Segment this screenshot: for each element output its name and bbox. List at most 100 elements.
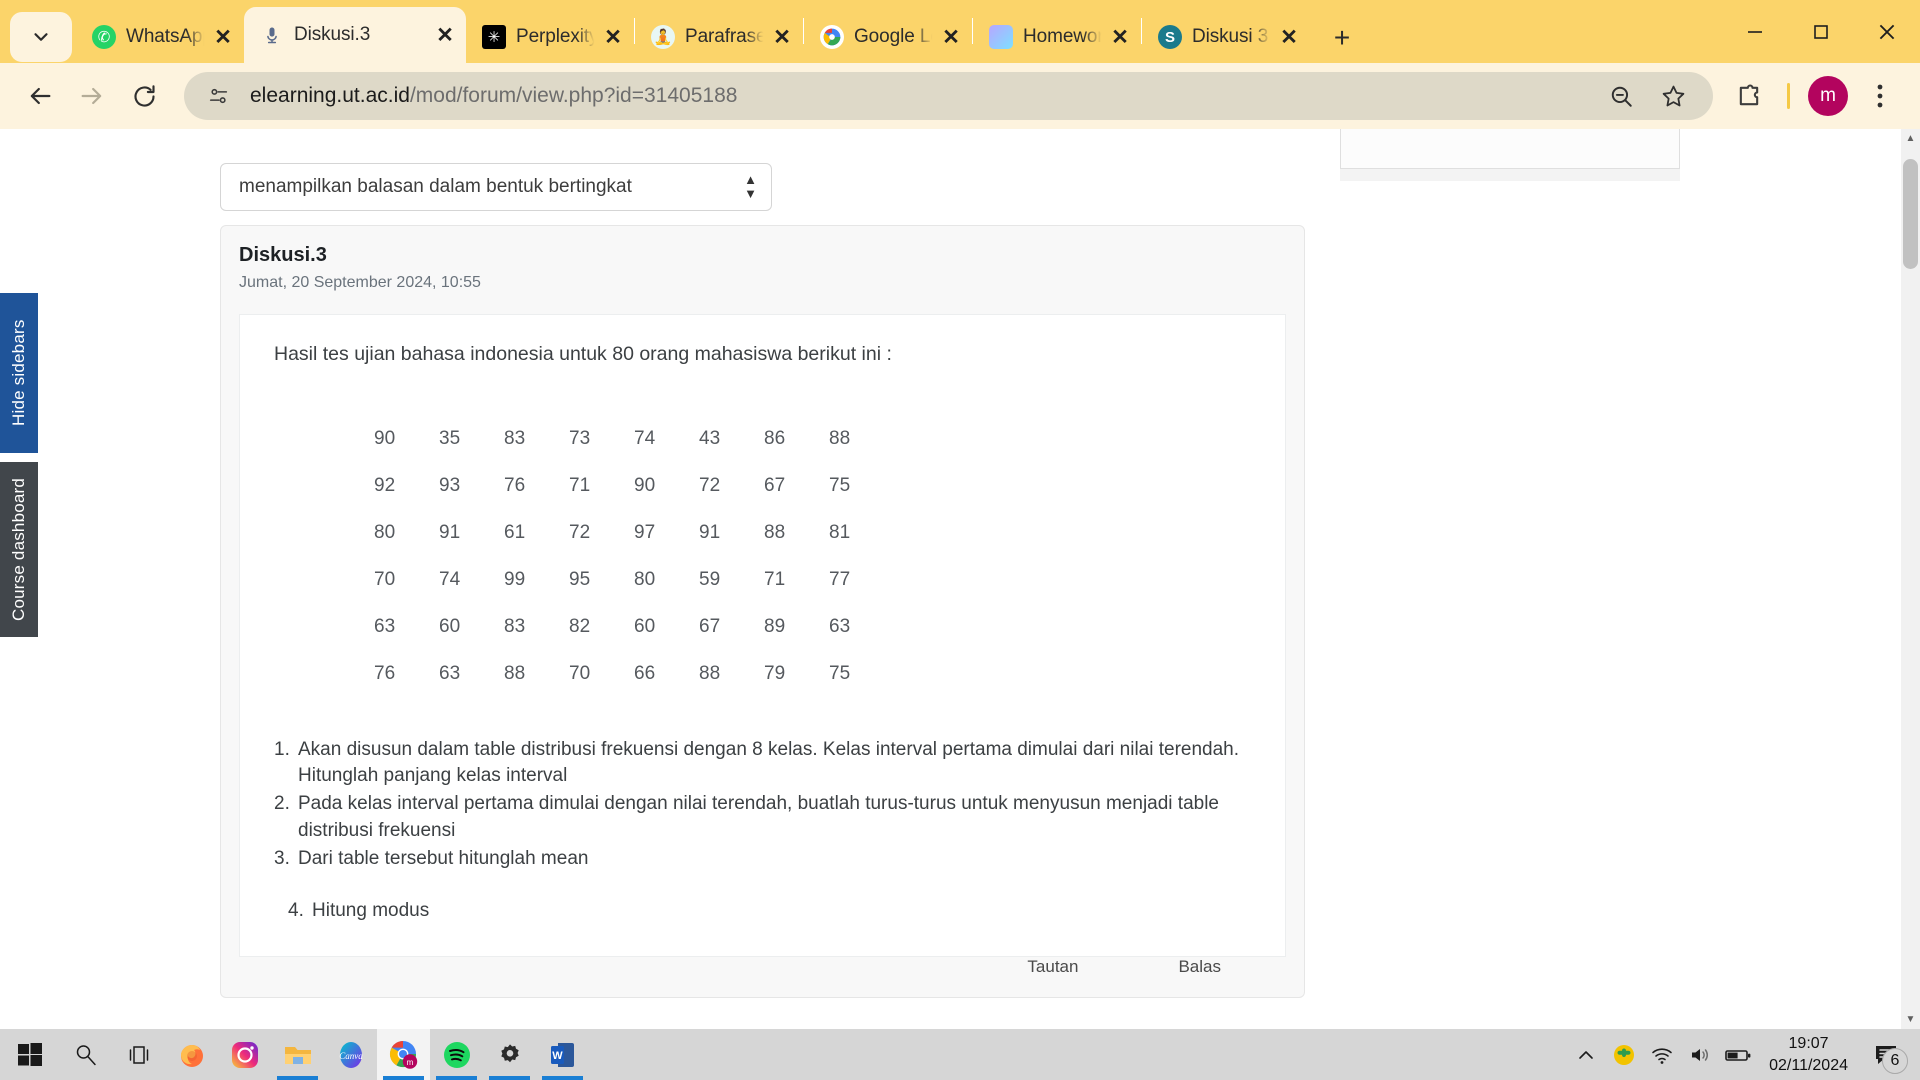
side-block-card-footer [1340,169,1680,181]
browser-tab-diskusi3-pdf[interactable]: S Diskusi 3 | PDF ✕ [1142,11,1310,63]
tab-close-button[interactable]: ✕ [598,22,628,52]
sidebar-toggle-course-dashboard[interactable]: Course dashboard [0,462,38,637]
close-icon [1879,24,1895,40]
post-reply-action[interactable]: Balas [1178,957,1221,977]
settings-button[interactable] [483,1029,536,1080]
start-button[interactable] [0,1029,59,1080]
homework-icon [989,25,1013,49]
task-view-button[interactable] [112,1029,165,1080]
back-button[interactable] [14,70,66,122]
three-dot-menu-icon [1877,84,1883,108]
score-cell: 75 [829,475,851,496]
scroll-down-arrow[interactable]: ▼ [1901,1010,1920,1029]
address-bar[interactable]: elearning.ut.ac.id/mod/forum/view.php?id… [184,72,1713,120]
chrome-button[interactable]: m [377,1029,430,1080]
search-button[interactable] [59,1029,112,1080]
tab-close-button[interactable]: ✕ [936,22,966,52]
score-cell: 88 [699,663,721,684]
browser-menu-button[interactable] [1854,70,1906,122]
browser-tab-whatsapp[interactable]: ✆ WhatsApp ✕ [76,11,244,63]
score-cell: 59 [699,569,721,590]
clock-date: 02/11/2024 [1769,1056,1848,1074]
firefox-button[interactable] [165,1029,218,1080]
tab-close-button[interactable]: ✕ [208,22,238,52]
tab-title: WhatsApp [126,26,206,47]
tab-strip: ✆ WhatsApp ✕ Diskusi.3 ✕ ✳ Perplexity ✕ [0,0,1920,63]
instagram-button[interactable] [218,1029,271,1080]
file-explorer-button[interactable] [271,1029,324,1080]
chevron-down-icon [34,33,48,41]
select-caret-icon: ▲ ▼ [744,172,757,201]
forward-button[interactable] [66,70,118,122]
score-cell: 70 [374,569,396,590]
speaker-icon [1692,1048,1709,1061]
antivirus-button[interactable] [1605,1029,1643,1080]
score-cell: 63 [374,616,396,637]
score-grid: 90 35 83 73 74 43 86 88 92 93 76 71 90 7… [374,428,894,685]
score-cell: 80 [374,522,396,543]
svg-text:m: m [406,1058,413,1067]
post-link-action[interactable]: Tautan [1027,957,1078,977]
task-number: 2. [274,793,290,815]
bookmark-button[interactable] [1647,70,1699,122]
score-cell: 76 [504,475,526,496]
score-cell: 83 [504,428,526,449]
clock[interactable]: 19:07 02/11/2024 [1757,1033,1864,1076]
score-cell: 74 [439,569,461,590]
perplexity-icon: ✳ [482,25,506,49]
score-cell: 67 [699,616,721,637]
display-mode-select[interactable]: menampilkan balasan dalam bentuk berting… [220,163,772,211]
sidebar-toggle-hide-sidebars[interactable]: Hide sidebars [0,293,38,453]
notification-center-button[interactable]: 6 [1864,1029,1910,1080]
extensions-button[interactable] [1723,70,1775,122]
score-cell: 91 [439,522,461,543]
scrollbar-thumb[interactable] [1903,159,1918,269]
search-icon [70,1039,102,1071]
score-cell: 89 [764,616,786,637]
task-item: 3. Dari table tersebut hitunglah mean [274,846,1251,872]
browser-tab-diskusi3[interactable]: Diskusi.3 ✕ [244,7,466,63]
tab-close-button[interactable]: ✕ [1105,22,1135,52]
browser-tab-parafrase[interactable]: 🧘 Parafrase Onli ✕ [635,11,803,63]
minimize-button[interactable] [1722,6,1788,58]
chrome-icon: m [388,1039,420,1071]
battery-icon [1725,1049,1751,1061]
task-item: 4. Hitung modus [288,898,1251,924]
spotify-button[interactable] [430,1029,483,1080]
word-button[interactable]: W [536,1029,589,1080]
battery-button[interactable] [1719,1029,1757,1080]
scroll-up-arrow[interactable]: ▲ [1901,129,1920,148]
site-settings-icon[interactable] [202,79,236,113]
tab-title: Diskusi.3 [294,24,371,45]
browser-tab-perplexity[interactable]: ✳ Perplexity ✕ [466,11,634,63]
close-button[interactable] [1854,6,1920,58]
maximize-button[interactable] [1788,6,1854,58]
gear-icon [494,1039,526,1071]
score-cell: 72 [699,475,721,496]
tab-close-button[interactable]: ✕ [430,20,460,50]
tab-close-button[interactable]: ✕ [1274,22,1304,52]
page-scrollbar[interactable]: ▲ ▼ [1901,129,1920,1029]
score-row: 63 60 83 82 60 67 89 63 [374,616,894,638]
volume-button[interactable] [1681,1029,1719,1080]
star-icon [1662,85,1684,106]
spotify-icon [441,1039,473,1071]
score-cell: 43 [699,428,721,449]
post-body: Hasil tes ujian bahasa indonesia untuk 8… [239,314,1286,958]
new-tab-button[interactable]: + [1320,16,1364,60]
browser-tab-homework-helper[interactable]: Homework He ✕ [973,11,1141,63]
browser-tab-google-lens[interactable]: Google Lens ✕ [804,11,972,63]
task-text: Hitung modus [312,900,430,922]
task-number: 4. [288,900,304,922]
reload-button[interactable] [118,70,170,122]
tray-overflow-button[interactable] [1567,1029,1605,1080]
tab-title: Diskusi 3 | PDF [1192,26,1272,47]
score-row: 80 91 61 72 97 91 88 81 [374,522,894,544]
tab-close-button[interactable]: ✕ [767,22,797,52]
zoom-out-button[interactable] [1595,70,1647,122]
score-cell: 67 [764,475,786,496]
tab-search-button[interactable] [10,12,72,62]
canva-button[interactable]: Canva [324,1029,377,1080]
profile-button[interactable]: m [1802,70,1854,122]
network-button[interactable] [1643,1029,1681,1080]
